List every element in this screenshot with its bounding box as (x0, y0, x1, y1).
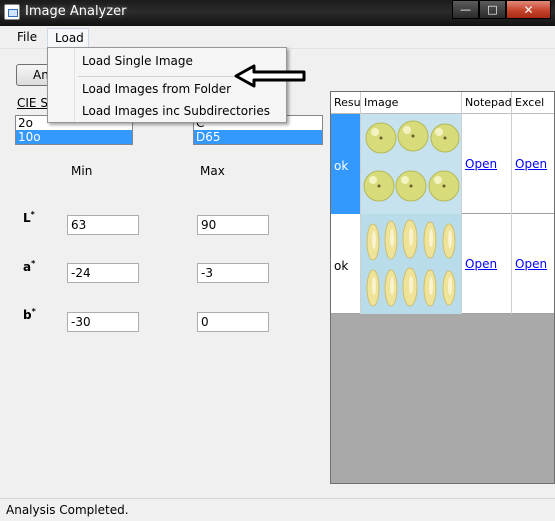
sliced-apples-image (361, 214, 461, 314)
grid-header-result[interactable]: Resu (331, 92, 361, 114)
menu-item-load-images-inc-subdirectories[interactable]: Load Images inc Subdirectories (82, 104, 270, 118)
a-max-input[interactable]: -3 (197, 263, 269, 283)
window-title: Image Analyzer (25, 4, 127, 19)
notepad-open-link[interactable]: Open (465, 157, 497, 171)
close-button[interactable]: ✕ (506, 0, 551, 19)
arrow-left-icon (234, 64, 306, 88)
grid-row[interactable]: ok Open Open (331, 114, 554, 214)
a-star-label: a* (23, 259, 36, 274)
result-cell[interactable]: ok (331, 214, 361, 314)
b-max-input[interactable]: 0 (197, 312, 269, 332)
status-bar: Analysis Completed. (0, 498, 555, 521)
title-bar: Image Analyzer — □ ✕ (0, 0, 555, 26)
a-min-input[interactable]: -24 (67, 263, 139, 283)
result-cell[interactable]: ok (331, 114, 361, 214)
max-column-label: Max (200, 164, 225, 178)
grid-row[interactable]: ok Open Open (331, 214, 554, 314)
menu-item-load-images-from-folder[interactable]: Load Images from Folder (82, 82, 231, 96)
menu-bar: File Load (0, 26, 555, 50)
image-cell[interactable] (361, 214, 462, 314)
results-grid[interactable]: Resu Image Notepad Excel ok Open Open ok… (330, 91, 555, 484)
grid-header-image[interactable]: Image (361, 92, 462, 114)
minimize-icon: — (460, 3, 471, 16)
excel-open-link[interactable]: Open (515, 257, 547, 271)
illuminant-option-selected[interactable]: D65 (194, 130, 322, 144)
menu-file[interactable]: File (10, 28, 44, 48)
observer-option-selected[interactable]: 10o (16, 130, 132, 144)
min-column-label: Min (71, 164, 93, 178)
grid-header-excel[interactable]: Excel (512, 92, 554, 114)
notepad-open-link[interactable]: Open (465, 257, 497, 271)
app-icon (4, 4, 20, 20)
excel-cell: Open (512, 114, 554, 214)
excel-open-link[interactable]: Open (515, 157, 547, 171)
l-star-label: L* (23, 210, 35, 225)
whole-apples-image (361, 114, 461, 214)
menu-item-load-single-image[interactable]: Load Single Image (82, 54, 193, 68)
notepad-cell: Open (462, 114, 512, 214)
status-text: Analysis Completed. (6, 503, 129, 517)
excel-cell: Open (512, 214, 554, 314)
notepad-cell: Open (462, 214, 512, 314)
l-max-input[interactable]: 90 (197, 215, 269, 235)
close-icon: ✕ (523, 2, 534, 17)
image-cell[interactable] (361, 114, 462, 214)
minimize-button[interactable]: — (452, 0, 479, 19)
b-min-input[interactable]: -30 (67, 312, 139, 332)
grid-header: Resu Image Notepad Excel (331, 92, 554, 114)
l-min-input[interactable]: 63 (67, 215, 139, 235)
grid-header-notepad[interactable]: Notepad (462, 92, 512, 114)
maximize-button[interactable]: □ (479, 0, 506, 19)
window-controls: — □ ✕ (452, 0, 551, 20)
b-star-label: b* (23, 307, 36, 322)
maximize-icon: □ (487, 3, 498, 16)
